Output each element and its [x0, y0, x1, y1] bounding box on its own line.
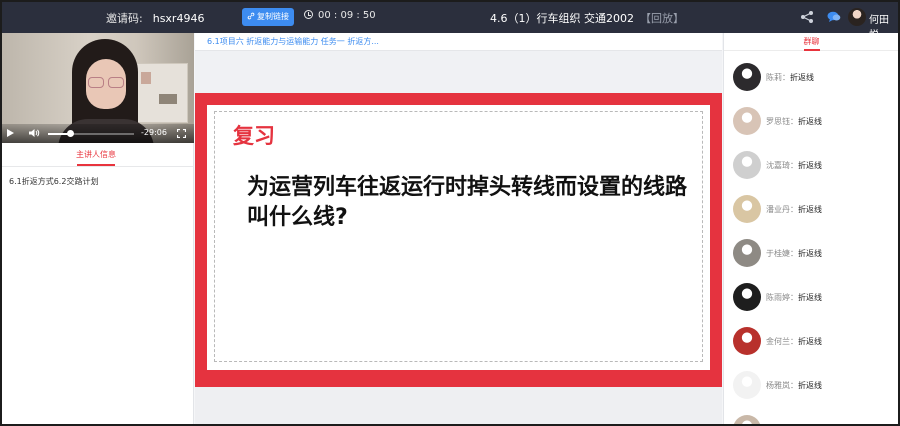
chat-message-text: 折返线 — [798, 381, 822, 390]
invite-code: hsxr4946 — [152, 12, 205, 25]
chat-separator: ： — [782, 73, 790, 82]
invite-label: 邀请码: — [106, 12, 143, 25]
presentation-slide: 复习 为运营列车往返运行时掉头转线而设置的线路叫什么线? — [195, 93, 722, 387]
lesson-title: 6.1折返方式6.2交路计划 — [9, 177, 99, 186]
chat-panel: 群聊 陈莉：折返线 罗思钰：折返线 沈嘉琦：折返线 潘业丹：折返线 于桂婕：折返线 陈雨婷… — [723, 33, 898, 424]
chat-message-text: 折返线 — [798, 161, 822, 170]
breadcrumb[interactable]: 6.1项目六 折返能力与运输能力 任务一 折返方... — [195, 33, 722, 51]
progress-knob[interactable] — [66, 130, 74, 137]
chat-message: 金何兰：折返线 — [733, 327, 893, 357]
left-panel: -29:06 主讲人信息 6.1折返方式6.2交路计划 — [2, 33, 194, 424]
app-window: 邀请码: hsxr4946 复制链接 00 : 09 : 50 4.6（1）行车组… — [0, 0, 900, 426]
chat-avatar[interactable] — [733, 63, 761, 91]
video-progress-slider[interactable] — [48, 130, 134, 137]
group-chat-label: 群聊 — [803, 37, 820, 46]
chat-separator: ： — [790, 337, 798, 346]
chat-icon[interactable] — [827, 11, 841, 23]
user-avatar[interactable] — [848, 8, 866, 26]
chat-message-text: 折返线 — [798, 205, 822, 214]
chat-sender-name: 罗思钰 — [766, 117, 790, 126]
chat-message: 沈嘉琦：折返线 — [733, 151, 893, 181]
video-controls: -29:06 — [2, 124, 194, 143]
chat-message-text: 折返线 — [790, 73, 814, 82]
chat-message: 陈雨婷：折返线 — [733, 283, 893, 313]
chat-sender-name: 陈雨婷 — [766, 293, 790, 302]
chat-message-line: 金何兰：折返线 — [766, 336, 822, 347]
chat-message-text: 折返线 — [798, 337, 822, 346]
chat-separator: ： — [790, 381, 798, 390]
chat-avatar[interactable] — [733, 415, 761, 424]
slide-question: 为运营列车往返运行时掉头转线而设置的线路叫什么线? — [247, 175, 688, 230]
top-bar: 邀请码: hsxr4946 复制链接 00 : 09 : 50 4.6（1）行车组… — [2, 2, 898, 41]
chat-avatar[interactable] — [733, 107, 761, 135]
chat-separator: ： — [790, 293, 798, 302]
chat-avatar[interactable] — [733, 283, 761, 311]
slide-dashed-frame — [214, 111, 703, 362]
clock-icon — [304, 10, 313, 19]
slide-area: 6.1项目六 折返能力与运输能力 任务一 折返方... 复习 为运营列车往返运行… — [195, 33, 722, 424]
background-shelf — [136, 63, 188, 123]
chat-avatar[interactable] — [733, 371, 761, 399]
chat-sender-name: 潘业丹 — [766, 205, 790, 214]
slide-heading: 复习 — [233, 124, 275, 148]
chat-message: ：折返线 — [733, 415, 893, 424]
tab-host-info[interactable]: 主讲人信息 — [76, 149, 116, 166]
link-icon — [247, 12, 255, 20]
invite-code-area: 邀请码: hsxr4946 — [106, 10, 204, 26]
copy-link-button[interactable]: 复制链接 — [242, 8, 294, 26]
chat-sender-name: 杨雅岚 — [766, 381, 790, 390]
chat-message-line: 于桂婕：折返线 — [766, 248, 822, 259]
chat-message-line: 潘业丹：折返线 — [766, 204, 822, 215]
chat-avatar[interactable] — [733, 151, 761, 179]
slide-border: 复习 为运营列车往返运行时掉头转线而设置的线路叫什么线? — [195, 93, 722, 387]
chat-message-line: 陈莉：折返线 — [766, 72, 814, 83]
course-title: 4.6（1）行车组织 交通2002 【回放】 — [490, 10, 684, 26]
slide-footer-space — [195, 387, 722, 424]
share-icon[interactable] — [800, 10, 814, 24]
play-icon[interactable] — [7, 129, 14, 137]
time-remaining: -29:06 — [141, 128, 167, 137]
chat-separator: ： — [790, 249, 798, 258]
chat-message: 罗思钰：折返线 — [733, 107, 893, 137]
chat-message: 潘业丹：折返线 — [733, 195, 893, 225]
chat-sender-name: 沈嘉琦 — [766, 161, 790, 170]
chat-message-line: 杨雅岚：折返线 — [766, 380, 822, 391]
chat-sender-name: 金何兰 — [766, 337, 790, 346]
chat-separator: ： — [790, 161, 798, 170]
chat-message: 杨雅岚：折返线 — [733, 371, 893, 401]
course-title-text: 4.6（1）行车组织 交通2002 — [490, 12, 634, 25]
chat-message-text: 折返线 — [798, 293, 822, 302]
chat-message-text: 折返线 — [798, 249, 822, 258]
lecturer-video[interactable]: -29:06 — [2, 33, 194, 143]
chat-separator: ： — [790, 117, 798, 126]
chat-message-text: 折返线 — [798, 117, 822, 126]
chat-separator: ： — [790, 205, 798, 214]
chat-avatar[interactable] — [733, 239, 761, 267]
chat-sender-name: 于桂婕 — [766, 249, 790, 258]
chat-message: 陈莉：折返线 — [733, 63, 893, 93]
tab-group-chat[interactable]: 群聊 — [724, 33, 898, 51]
chat-message-line: 沈嘉琦：折返线 — [766, 160, 822, 171]
chat-message-line: 罗思钰：折返线 — [766, 116, 822, 127]
chat-message: 于桂婕：折返线 — [733, 239, 893, 269]
replay-label: 【回放】 — [639, 12, 684, 25]
chat-avatar[interactable] — [733, 327, 761, 355]
slide-card: 复习 为运营列车往返运行时掉头转线而设置的线路叫什么线? — [207, 105, 710, 370]
class-timer: 00 : 09 : 50 — [304, 10, 376, 21]
fullscreen-icon[interactable] — [177, 129, 186, 138]
chat-sender-name: 陈莉 — [766, 73, 782, 82]
info-tabbar: 主讲人信息 — [2, 143, 193, 167]
chat-message-line: 陈雨婷：折返线 — [766, 292, 822, 303]
chat-avatar[interactable] — [733, 195, 761, 223]
timer-value: 00 : 09 : 50 — [318, 10, 376, 21]
copy-link-label: 复制链接 — [257, 12, 289, 21]
volume-icon[interactable] — [28, 128, 40, 138]
